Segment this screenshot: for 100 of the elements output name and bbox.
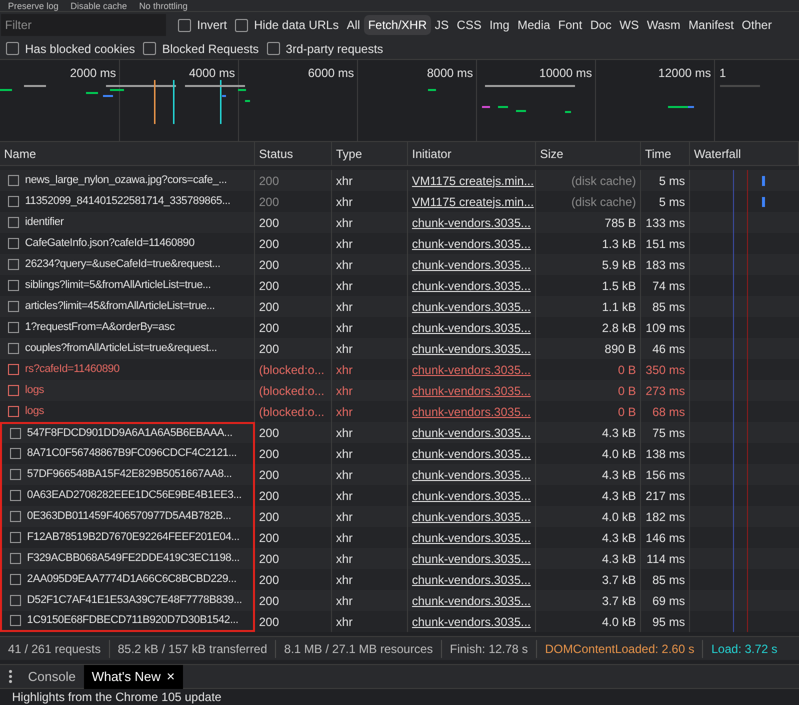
initiator-link[interactable]: VM1175 createjs.min...	[412, 172, 534, 190]
request-name[interactable]: 1C9150E68FDBECD711B920D7D30B1542...	[27, 612, 238, 629]
time-tick-label: 4000 ms	[188, 65, 235, 82]
request-name[interactable]: F12AB78519B2D7670E92264FEEF201E04...	[27, 529, 240, 546]
table-cell: 200	[255, 611, 332, 632]
request-name[interactable]: logs	[25, 403, 44, 420]
type-filter-button[interactable]: JS	[430, 15, 453, 35]
type-filter-button[interactable]: Other	[738, 15, 776, 35]
drawer-heading: Highlights from the Chrome 105 update	[11, 689, 222, 704]
initiator-link[interactable]: chunk-vendors.3035...	[412, 508, 531, 526]
checkbox[interactable]	[6, 42, 19, 55]
initiator-link[interactable]: chunk-vendors.3035...	[412, 402, 531, 420]
status-text: 85.2 kB / 157 kB transferred	[110, 640, 276, 658]
checkbox[interactable]	[235, 18, 248, 32]
initiator-link[interactable]: chunk-vendors.3035...	[412, 466, 531, 484]
initiator-link[interactable]: chunk-vendors.3035...	[412, 214, 531, 232]
column-header[interactable]: Initiator	[408, 142, 536, 165]
file-icon	[8, 406, 19, 417]
waterfall-bar	[762, 176, 765, 186]
file-icon	[8, 259, 19, 270]
request-name[interactable]: 57DF966548BA15F42E829B5051667AA8...	[27, 466, 232, 483]
type-filter-button[interactable]: Manifest	[684, 15, 738, 35]
checkbox[interactable]	[143, 42, 156, 55]
request-name[interactable]: 1?requestFrom=A&orderBy=asc	[25, 319, 175, 336]
column-header[interactable]: Waterfall	[690, 142, 799, 165]
drawer-tab[interactable]: What's New ×	[84, 664, 183, 688]
file-icon	[8, 301, 19, 312]
close-icon[interactable]: ×	[166, 666, 175, 687]
request-name[interactable]: D52F1C7AF41E1E53A39C7E48F7778B839...	[27, 592, 242, 609]
request-name[interactable]: 2AA095D9EAA7774D1A66C6C8BCBD229...	[27, 571, 236, 588]
initiator-link[interactable]: chunk-vendors.3035...	[412, 528, 531, 546]
time-tick-label: 2000 ms	[70, 65, 116, 82]
checkbox-label: Blocked Requests	[162, 40, 259, 58]
drawer-tab[interactable]: Console	[20, 664, 84, 688]
initiator-link[interactable]: VM1175 createjs.min...	[412, 192, 534, 210]
filter-field[interactable]: Filter	[1, 14, 166, 36]
time-tick-label: 8000 ms	[426, 65, 473, 82]
checkbox[interactable]	[266, 42, 280, 55]
initiator-link[interactable]: chunk-vendors.3035...	[412, 234, 531, 252]
initiator-link[interactable]: chunk-vendors.3035...	[412, 550, 531, 568]
file-icon	[10, 428, 21, 439]
toolbar-label: Disable cache	[70, 0, 128, 10]
request-name[interactable]: rs?cafeId=11460890	[25, 361, 120, 378]
column-header[interactable]: Size	[536, 142, 641, 165]
file-icon	[8, 385, 19, 396]
initiator-link[interactable]: chunk-vendors.3035...	[412, 486, 531, 504]
type-filter-button[interactable]: Img	[485, 15, 514, 35]
type-filter-button[interactable]: Fetch/XHR	[364, 15, 431, 35]
checkbox[interactable]	[178, 18, 191, 32]
initiator-link[interactable]: chunk-vendors.3035...	[412, 256, 531, 274]
initiator-link[interactable]: chunk-vendors.3035...	[412, 360, 531, 378]
file-icon	[10, 490, 21, 501]
status-text: 41 / 261 requests	[0, 640, 110, 658]
request-name[interactable]: identifier	[25, 214, 64, 231]
request-name[interactable]: 11352099_841401522581714_335789865...	[25, 193, 230, 210]
initiator-link[interactable]: chunk-vendors.3035...	[412, 444, 531, 462]
file-icon	[8, 322, 19, 333]
time-tick-label: 12000 ms	[658, 65, 711, 82]
request-name[interactable]: 0E363DB011459F406570977D5A4B782B...	[27, 508, 231, 525]
request-name[interactable]: 26234?query=&useCafeId=true&request...	[25, 256, 220, 273]
initiator-link[interactable]: chunk-vendors.3035...	[412, 570, 531, 588]
file-icon	[8, 217, 19, 228]
type-filter-button[interactable]: CSS	[452, 15, 486, 35]
column-header[interactable]: Name	[0, 142, 255, 165]
column-header[interactable]: Status	[255, 142, 332, 165]
type-filter-button[interactable]: All	[342, 15, 364, 35]
time-tick-label: 1	[719, 65, 726, 82]
request-name[interactable]: couples?fromAllArticleList=true&request...	[25, 340, 217, 357]
file-icon	[10, 574, 21, 585]
initiator-link[interactable]: chunk-vendors.3035...	[412, 276, 531, 294]
column-header[interactable]: Time	[641, 142, 690, 165]
initiator-link[interactable]: chunk-vendors.3035...	[412, 382, 531, 400]
request-name[interactable]: logs	[25, 382, 44, 399]
file-icon	[10, 511, 21, 522]
file-icon	[8, 364, 19, 375]
initiator-link[interactable]: chunk-vendors.3035...	[412, 298, 531, 316]
initiator-link[interactable]: chunk-vendors.3035...	[412, 592, 531, 610]
column-header[interactable]: Type	[332, 142, 408, 165]
time-tick-label: 6000 ms	[308, 65, 354, 82]
status-text: Load: 3.72 s	[710, 640, 778, 658]
type-filter-button[interactable]: Font	[554, 15, 586, 35]
file-icon	[8, 175, 19, 186]
table-cell: xhr	[332, 611, 408, 632]
request-name[interactable]: F329ACBB068A549FE2DDE419C3EC1198...	[27, 550, 240, 567]
request-name[interactable]: siblings?limit=5&fromAllArticleList=true...	[25, 277, 211, 294]
initiator-link[interactable]: chunk-vendors.3035...	[412, 612, 531, 630]
request-name[interactable]: 547F8FDCD901DD9A6A1A6A5B6EBAAA...	[27, 425, 232, 442]
type-filter-button[interactable]: Wasm	[642, 15, 684, 35]
request-name[interactable]: 8A71C0F56748867B9FC096CDCF4C2121...	[27, 445, 237, 462]
initiator-link[interactable]: chunk-vendors.3035...	[412, 340, 531, 358]
table-cell: 95 ms	[641, 611, 690, 632]
type-filter-button[interactable]: Doc	[586, 15, 616, 35]
type-filter-button[interactable]: Media	[513, 15, 554, 35]
request-name[interactable]: CafeGateInfo.json?cafeId=11460890	[25, 235, 194, 252]
type-filter-button[interactable]: WS	[616, 15, 643, 35]
request-name[interactable]: 0A63EAD2708282EEE1DC56E9BE4B1EE3...	[27, 487, 242, 504]
request-name[interactable]: news_large_nylon_ozawa.jpg?cors=cafe_...	[25, 172, 227, 189]
request-name[interactable]: articles?limit=45&fromAllArticleList=true...	[25, 298, 215, 315]
initiator-link[interactable]: chunk-vendors.3035...	[412, 318, 531, 336]
initiator-link[interactable]: chunk-vendors.3035...	[412, 424, 531, 442]
